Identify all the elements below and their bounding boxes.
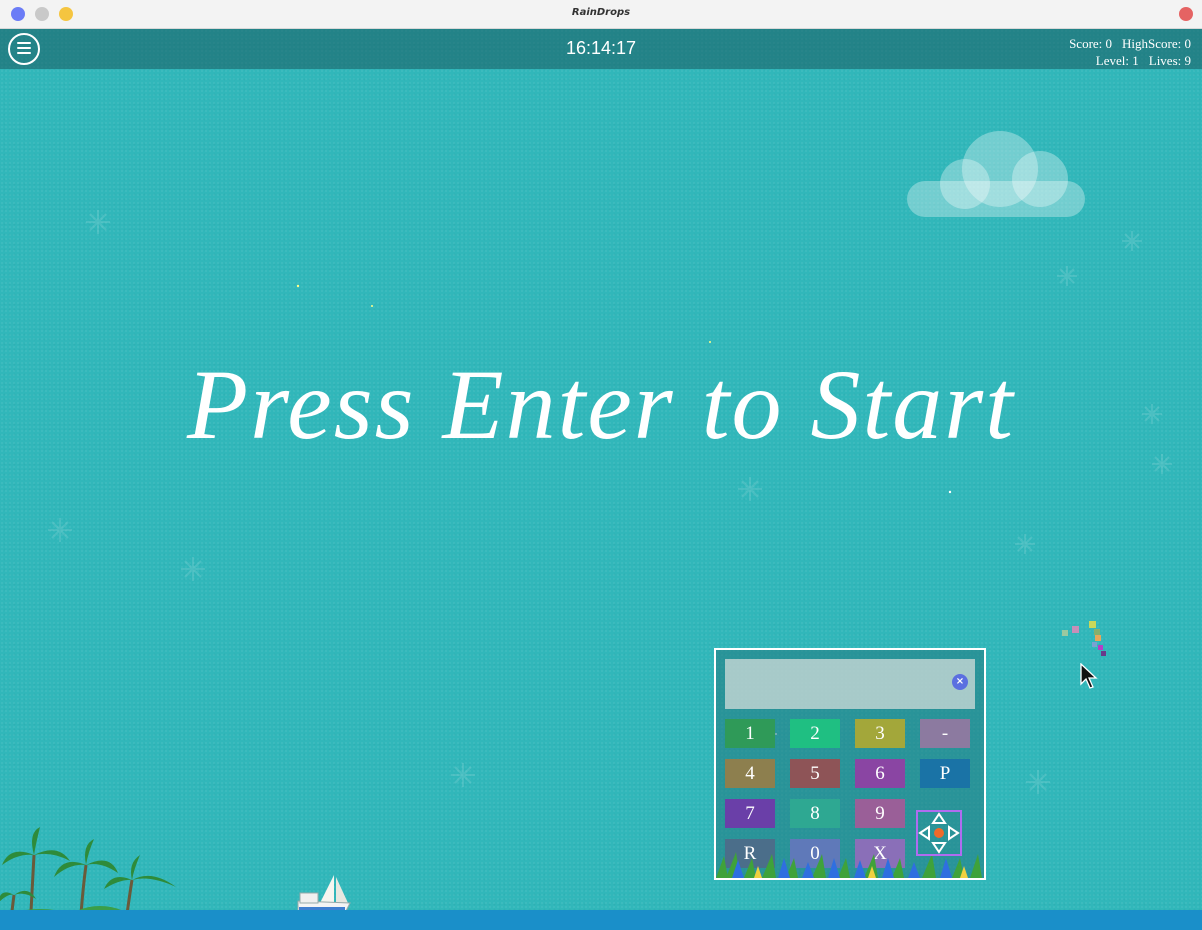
key-pause[interactable]: P [920, 759, 970, 788]
key-7[interactable]: 7 [725, 799, 775, 828]
cloud-icon [907, 131, 1085, 217]
mouse-cursor-icon [1080, 663, 1098, 689]
keypad-display: × [725, 659, 975, 709]
key-5[interactable]: 5 [790, 759, 840, 788]
pixel-sparkle-icon [1062, 621, 1106, 656]
key-9[interactable]: 9 [855, 799, 905, 828]
game-area[interactable]: 16:14:17 Score: 0 HighScore: 0 Level: 1 Li… [0, 29, 1202, 930]
window-title: RainDrops [571, 7, 631, 18]
window-titlebar: RainDrops [0, 0, 1202, 29]
key-6[interactable]: 6 [855, 759, 905, 788]
window-close-right-button[interactable] [1179, 7, 1193, 21]
key-1[interactable]: 1 [725, 719, 775, 748]
start-prompt: Press Enter to Start [187, 349, 1015, 460]
key-2[interactable]: 2 [790, 719, 840, 748]
dpad-control[interactable] [916, 810, 962, 856]
clear-icon[interactable]: × [952, 674, 968, 690]
water-strip [0, 910, 1202, 930]
key-8[interactable]: 8 [790, 799, 840, 828]
key-3[interactable]: 3 [855, 719, 905, 748]
key-minus[interactable]: - [920, 719, 970, 748]
key-4[interactable]: 4 [725, 759, 775, 788]
on-screen-keypad: × 1 2 3 - 4 5 6 P 7 8 9 R 0 X [714, 648, 986, 880]
arrow-keys-icon [918, 812, 960, 854]
